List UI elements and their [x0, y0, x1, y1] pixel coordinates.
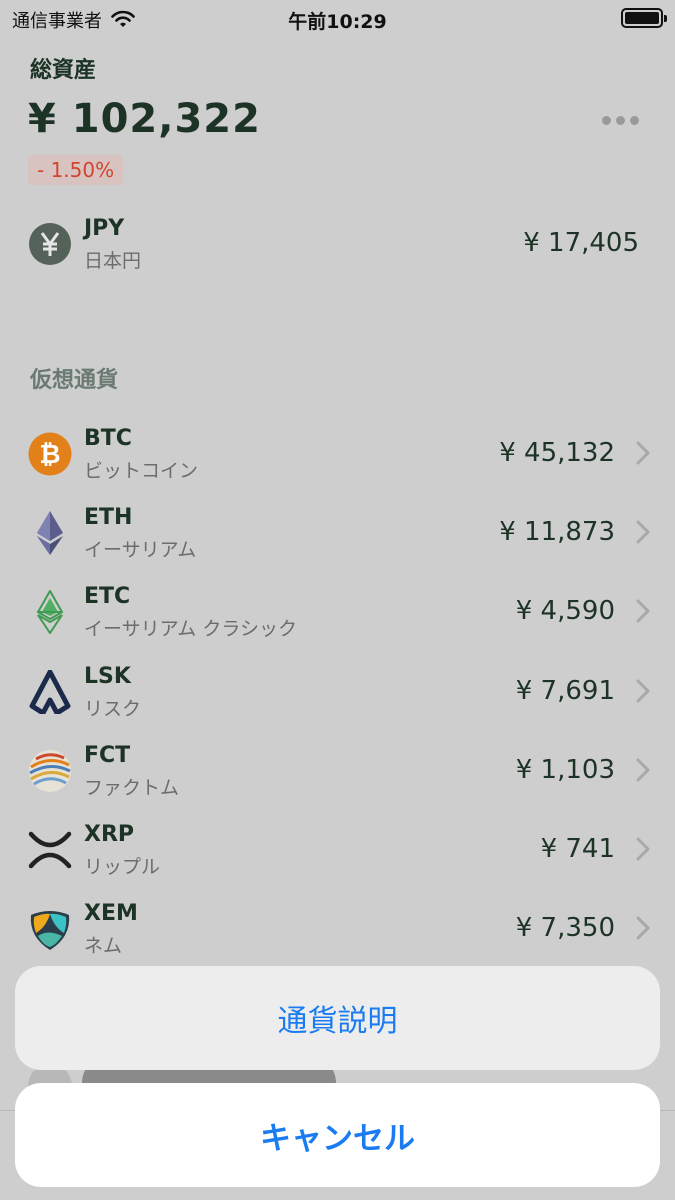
crypto-row-eth[interactable]: ETH イーサリアム ¥ 11,873 — [0, 497, 675, 567]
fiat-row-jpy[interactable]: JPY 日本円 ¥ 17,405 — [0, 208, 675, 278]
crypto-code: XRP — [84, 822, 135, 847]
crypto-row-btc[interactable]: ₿ BTC ビットコイン ¥ 45,132 — [0, 418, 675, 488]
svg-text:₿: ₿ — [39, 440, 60, 470]
crypto-name: ファクトム — [84, 777, 180, 799]
crypto-code: LSK — [84, 664, 131, 689]
crypto-amount: ¥ 741 — [540, 834, 615, 864]
chevron-right-icon — [636, 837, 650, 861]
chevron-right-icon — [636, 916, 650, 940]
chevron-right-icon — [636, 441, 650, 465]
crypto-amount: ¥ 7,350 — [515, 913, 615, 943]
bitcoin-icon: ₿ — [28, 432, 72, 476]
lisk-icon — [28, 669, 72, 716]
chevron-right-icon — [636, 758, 650, 782]
status-bar: 通信事業者 午前10:29 — [0, 0, 675, 40]
chevron-right-icon — [636, 599, 650, 623]
crypto-code: XEM — [84, 901, 138, 926]
crypto-name: リスク — [84, 698, 142, 720]
crypto-code: FCT — [84, 743, 131, 768]
crypto-name: イーサリアム クラシック — [84, 618, 297, 640]
crypto-name: ネム — [84, 935, 123, 957]
fiat-amount: ¥ 17,405 — [523, 228, 639, 258]
crypto-name: リップル — [84, 856, 161, 878]
currency-description-button[interactable]: 通貨説明 — [15, 966, 660, 1070]
factom-icon — [28, 749, 72, 793]
crypto-code: ETC — [84, 584, 131, 609]
ripple-icon — [28, 828, 72, 872]
crypto-amount: ¥ 11,873 — [499, 517, 615, 547]
ethereum-classic-icon — [28, 588, 72, 635]
crypto-code: BTC — [84, 426, 132, 451]
total-assets-label: 総資産 — [30, 58, 97, 83]
more-options-icon[interactable] — [602, 116, 639, 125]
crypto-amount: ¥ 45,132 — [499, 438, 615, 468]
total-assets-value: ¥ 102,322 — [28, 96, 261, 142]
crypto-code: ETH — [84, 505, 133, 530]
crypto-name: ビットコイン — [84, 460, 199, 482]
ethereum-icon — [28, 511, 72, 555]
crypto-row-lsk[interactable]: LSK リスク ¥ 7,691 — [0, 656, 675, 726]
crypto-row-fct[interactable]: FCT ファクトム ¥ 1,103 — [0, 735, 675, 805]
nem-icon — [28, 907, 72, 951]
yen-icon — [28, 222, 72, 266]
status-time: 午前10:29 — [288, 11, 387, 33]
crypto-name: イーサリアム — [84, 539, 197, 561]
crypto-row-etc[interactable]: ETC イーサリアム クラシック ¥ 4,590 — [0, 576, 675, 646]
fiat-name: 日本円 — [84, 250, 142, 272]
crypto-row-xrp[interactable]: XRP リップル ¥ 741 — [0, 814, 675, 884]
crypto-amount: ¥ 7,691 — [515, 676, 615, 706]
crypto-amount: ¥ 1,103 — [515, 755, 615, 785]
crypto-amount: ¥ 4,590 — [515, 596, 615, 626]
chevron-right-icon — [636, 679, 650, 703]
crypto-section-label: 仮想通貨 — [30, 368, 119, 393]
change-percent-badge: - 1.50% — [28, 155, 124, 185]
cancel-button[interactable]: キャンセル — [15, 1083, 660, 1187]
fiat-code: JPY — [84, 216, 125, 241]
battery-icon — [621, 8, 667, 28]
crypto-row-xem[interactable]: XEM ネム ¥ 7,350 — [0, 893, 675, 963]
chevron-right-icon — [636, 520, 650, 544]
